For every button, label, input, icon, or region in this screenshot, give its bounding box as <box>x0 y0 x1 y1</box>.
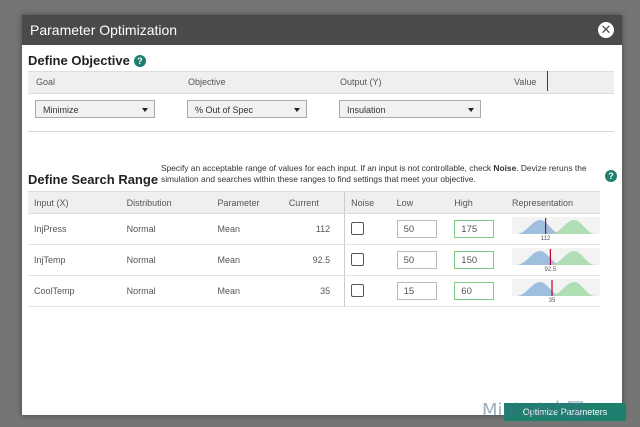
goal-column: Goal <box>36 77 56 87</box>
low-cell: 15 <box>390 275 449 307</box>
output-column: Output (Y) <box>340 77 382 87</box>
input-cell: InjPress <box>28 213 121 245</box>
noise-checkbox[interactable] <box>351 252 365 266</box>
high-input[interactable]: 60 <box>454 282 495 300</box>
representation-chart: 112 <box>512 217 600 241</box>
low-input[interactable]: 15 <box>396 282 437 300</box>
distribution-cell: Normal <box>120 213 212 245</box>
low-column: Low <box>390 191 449 214</box>
value-column: Value <box>514 77 537 87</box>
low-input[interactable]: 50 <box>396 220 437 238</box>
define-search-range-header: Define Search Range <box>28 171 158 189</box>
value-marker <box>547 71 548 91</box>
dialog-titlebar: Parameter Optimization ✕ <box>22 15 622 45</box>
chevron-down-icon <box>294 108 300 112</box>
input-cell: CoolTemp <box>28 275 121 307</box>
current-value-label: 112 <box>541 236 551 241</box>
define-objective-header: Define Objective? <box>28 52 614 70</box>
low-input[interactable]: 50 <box>396 251 437 269</box>
representation-cell: 112 <box>506 213 600 245</box>
representation-cell: 92.5 <box>506 244 600 276</box>
search-range-description: Specify an acceptable range of values fo… <box>161 163 601 185</box>
current-value-label: 92.5 <box>545 267 557 272</box>
current-cell: 112 <box>282 213 345 245</box>
divider <box>28 131 614 132</box>
close-icon[interactable]: ✕ <box>598 22 614 38</box>
goal-select[interactable]: Minimize <box>35 100 155 118</box>
input-column: Input (X) <box>28 191 121 214</box>
current-value-label: 35 <box>549 298 556 303</box>
noise-cell <box>344 213 391 245</box>
table-row: InjTemp Normal Mean 92.5 50 150 92.5 <box>28 244 600 276</box>
chevron-down-icon <box>142 108 148 112</box>
noise-cell <box>344 244 391 276</box>
parameter-optimization-dialog: Parameter Optimization ✕ Define Objectiv… <box>22 15 626 421</box>
noise-cell <box>344 275 391 307</box>
watermark: Minitab中国 <box>482 400 585 421</box>
current-cell: 92.5 <box>282 244 345 276</box>
help-icon[interactable]: ? <box>133 54 146 67</box>
noise-column: Noise <box>344 191 391 214</box>
input-cell: InjTemp <box>28 244 121 276</box>
representation-column: Representation <box>506 191 600 214</box>
parameter-column: Parameter <box>211 191 283 214</box>
low-cell: 50 <box>390 213 449 245</box>
representation-chart: 92.5 <box>512 248 600 272</box>
parameter-cell: Mean <box>211 244 283 276</box>
table-row: InjPress Normal Mean 112 50 175 112 <box>28 213 600 245</box>
high-cell: 150 <box>448 244 506 276</box>
dialog-title: Parameter Optimization <box>30 22 178 38</box>
objective-select[interactable]: % Out of Spec <box>187 100 307 118</box>
current-column: Current <box>282 191 345 214</box>
chevron-down-icon <box>468 108 474 112</box>
parameter-cell: Mean <box>211 275 283 307</box>
high-cell: 175 <box>448 213 506 245</box>
objective-column: Objective <box>188 77 226 87</box>
noise-checkbox[interactable] <box>351 283 365 297</box>
goal-select-value: Minimize <box>43 105 79 115</box>
high-column: High <box>448 191 506 214</box>
objective-columns: Goal Objective Output (Y) Value <box>28 71 614 94</box>
distribution-cell: Normal <box>120 275 212 307</box>
define-search-range-title: Define Search Range <box>28 172 159 187</box>
parameter-cell: Mean <box>211 213 283 245</box>
distribution-column: Distribution <box>120 191 212 214</box>
high-cell: 60 <box>448 275 506 307</box>
output-select-value: Insulation <box>347 105 386 115</box>
noise-checkbox[interactable] <box>351 221 365 235</box>
current-cell: 35 <box>282 275 345 307</box>
description-noise-word: Noise <box>493 163 517 173</box>
search-range-table: Input (X) Distribution Parameter Current… <box>28 191 600 307</box>
output-select[interactable]: Insulation <box>339 100 481 118</box>
representation-chart: 35 <box>512 279 600 303</box>
objective-select-value: % Out of Spec <box>195 105 254 115</box>
distribution-cell: Normal <box>120 244 212 276</box>
help-icon[interactable]: ? <box>605 170 617 182</box>
high-input[interactable]: 150 <box>454 251 495 269</box>
table-row: CoolTemp Normal Mean 35 15 60 35 <box>28 275 600 307</box>
high-input[interactable]: 175 <box>454 220 495 238</box>
description-text: Specify an acceptable range of values fo… <box>161 163 494 173</box>
define-objective-title: Define Objective <box>28 53 130 68</box>
low-cell: 50 <box>390 244 449 276</box>
representation-cell: 35 <box>506 275 600 307</box>
